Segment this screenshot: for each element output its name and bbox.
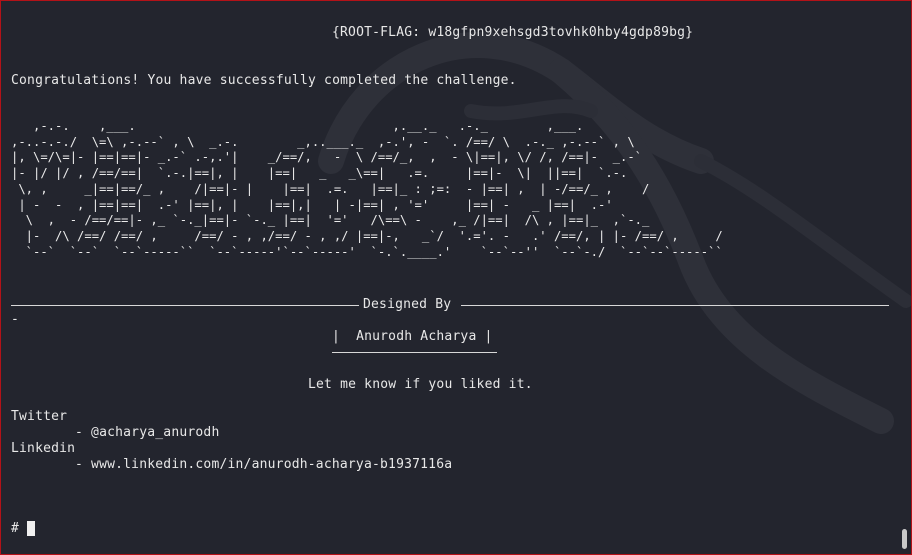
designed-by-label: Designed By	[363, 297, 452, 312]
text-cursor	[27, 521, 35, 536]
ascii-art-banner: ,-.-. ,___. ,.__._ .-._ ,___. ,-..-.-./ …	[11, 119, 723, 259]
stray-dash: -	[11, 312, 20, 327]
twitter-label: Twitter	[11, 409, 68, 424]
author-underline	[332, 352, 497, 353]
twitter-handle[interactable]: - @acharya_anurodh	[75, 425, 219, 441]
feedback-message: Let me know if you liked it.	[308, 377, 533, 392]
root-flag: {ROOT-FLAG: w18gfpn9xehsgd3tovhk0hby4gdp…	[332, 25, 694, 40]
congratulations-message: Congratulations! You have successfully c…	[11, 73, 517, 88]
author-name: | Anurodh Acharya |	[332, 329, 493, 344]
linkedin-label: Linkedin	[11, 441, 76, 456]
divider-left	[11, 305, 359, 306]
terminal-window[interactable]: {ROOT-FLAG: w18gfpn9xehsgd3tovhk0hby4gdp…	[0, 0, 912, 555]
shell-prompt[interactable]: #	[11, 521, 19, 537]
scrollbar-thumb[interactable]	[902, 529, 907, 549]
divider-right	[461, 305, 889, 306]
linkedin-url[interactable]: - www.linkedin.com/in/anurodh-acharya-b1…	[75, 457, 452, 473]
